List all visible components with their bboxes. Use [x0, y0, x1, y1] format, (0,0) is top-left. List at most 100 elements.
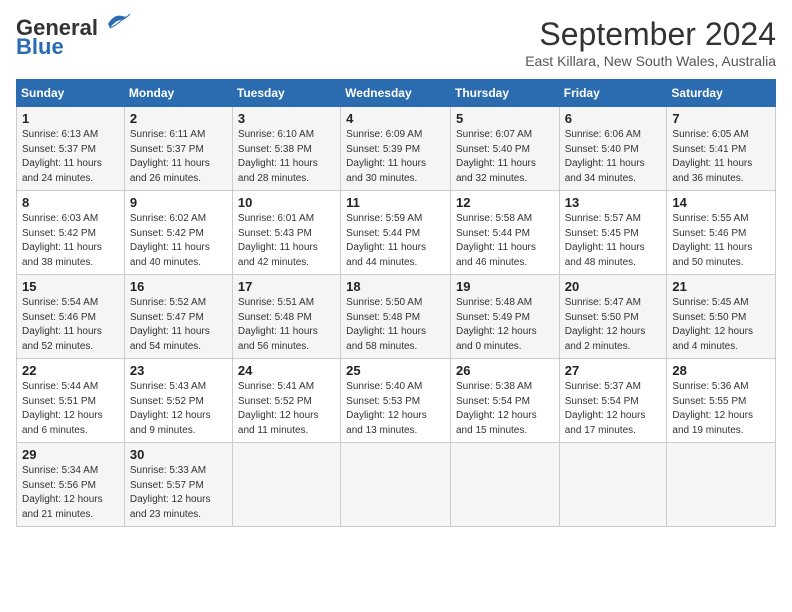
calendar-cell: 19 Sunrise: 5:48 AM Sunset: 5:49 PM Dayli… — [450, 275, 559, 359]
calendar-cell: 17Sunrise: 5:51 AM Sunset: 5:48 PM Dayli… — [232, 275, 340, 359]
day-info: Sunrise: 5:36 AM Sunset: 5:55 PM Dayligh… — [672, 380, 770, 438]
calendar-cell: 23 Sunrise: 5:43 AM Sunset: 5:52 PM Dayli… — [124, 359, 232, 443]
calendar-cell: 11 Sunrise: 5:59 AM Sunset: 5:44 PM Dayli… — [341, 191, 451, 275]
day-number: 8 — [22, 195, 119, 210]
col-friday: Friday — [559, 80, 667, 107]
day-info: Sunrise: 5:50 AM Sunset: 5:48 PM Dayligh… — [346, 296, 445, 354]
day-info: Sunrise: 5:59 AM Sunset: 5:44 PM Dayligh… — [346, 212, 445, 270]
day-number: 23 — [130, 363, 227, 378]
day-number: 9 — [130, 195, 227, 210]
day-info: Sunrise: 5:33 AM Sunset: 5:57 PM Dayligh… — [130, 464, 227, 522]
logo-text-blue: Blue — [16, 34, 64, 60]
calendar-cell: 30 Sunrise: 5:33 AM Sunset: 5:57 PM Dayli… — [124, 443, 232, 527]
day-info: Sunrise: 6:02 AM Sunset: 5:42 PM Dayligh… — [130, 212, 227, 270]
day-info: Sunrise: 5:57 AM Sunset: 5:45 PM Dayligh… — [565, 212, 662, 270]
calendar-cell: 15 Sunrise: 5:54 AM Sunset: 5:46 PM Dayli… — [17, 275, 125, 359]
col-thursday: Thursday — [450, 80, 559, 107]
day-number: 5 — [456, 111, 554, 126]
calendar-cell: 22 Sunrise: 5:44 AM Sunset: 5:51 PM Dayli… — [17, 359, 125, 443]
header-row: Sunday Monday Tuesday Wednesday Thursday… — [17, 80, 776, 107]
calendar-cell: 18 Sunrise: 5:50 AM Sunset: 5:48 PM Dayli… — [341, 275, 451, 359]
day-number: 2 — [130, 111, 227, 126]
calendar-cell: 29 Sunrise: 5:34 AM Sunset: 5:56 PM Dayli… — [17, 443, 125, 527]
day-number: 22 — [22, 363, 119, 378]
calendar-cell: 16 Sunrise: 5:52 AM Sunset: 5:47 PM Dayli… — [124, 275, 232, 359]
day-info: Sunrise: 5:37 AM Sunset: 5:54 PM Dayligh… — [565, 380, 662, 438]
month-title: September 2024 — [525, 16, 776, 53]
calendar-cell: 24 Sunrise: 5:41 AM Sunset: 5:52 PM Dayli… — [232, 359, 340, 443]
day-number: 3 — [238, 111, 335, 126]
day-info: Sunrise: 5:34 AM Sunset: 5:56 PM Dayligh… — [22, 464, 119, 522]
calendar-cell: 26Sunrise: 5:38 AM Sunset: 5:54 PM Dayli… — [450, 359, 559, 443]
calendar-cell: 5 Sunrise: 6:07 AM Sunset: 5:40 PM Daylig… — [450, 107, 559, 191]
col-wednesday: Wednesday — [341, 80, 451, 107]
day-info: Sunrise: 5:52 AM Sunset: 5:47 PM Dayligh… — [130, 296, 227, 354]
day-info: Sunrise: 5:43 AM Sunset: 5:52 PM Dayligh… — [130, 380, 227, 438]
calendar-cell: 6 Sunrise: 6:06 AM Sunset: 5:40 PM Daylig… — [559, 107, 667, 191]
week-row-1: 1Sunrise: 6:13 AM Sunset: 5:37 PM Daylig… — [17, 107, 776, 191]
day-info: Sunrise: 5:47 AM Sunset: 5:50 PM Dayligh… — [565, 296, 662, 354]
calendar-cell: 1Sunrise: 6:13 AM Sunset: 5:37 PM Daylig… — [17, 107, 125, 191]
day-info: Sunrise: 5:48 AM Sunset: 5:49 PM Dayligh… — [456, 296, 554, 354]
calendar-cell: 20 Sunrise: 5:47 AM Sunset: 5:50 PM Dayli… — [559, 275, 667, 359]
calendar-cell: 2 Sunrise: 6:11 AM Sunset: 5:37 PM Daylig… — [124, 107, 232, 191]
day-info: Sunrise: 6:07 AM Sunset: 5:40 PM Dayligh… — [456, 128, 554, 186]
day-number: 10 — [238, 195, 335, 210]
day-number: 24 — [238, 363, 335, 378]
day-number: 7 — [672, 111, 770, 126]
day-info: Sunrise: 6:06 AM Sunset: 5:40 PM Dayligh… — [565, 128, 662, 186]
day-number: 1 — [22, 111, 119, 126]
day-info: Sunrise: 5:40 AM Sunset: 5:53 PM Dayligh… — [346, 380, 445, 438]
day-info: Sunrise: 5:54 AM Sunset: 5:46 PM Dayligh… — [22, 296, 119, 354]
week-row-2: 8 Sunrise: 6:03 AM Sunset: 5:42 PM Daylig… — [17, 191, 776, 275]
header: General Blue September 2024 East Killara… — [16, 16, 776, 69]
day-number: 26 — [456, 363, 554, 378]
day-number: 11 — [346, 195, 445, 210]
calendar-cell: 21Sunrise: 5:45 AM Sunset: 5:50 PM Dayli… — [667, 275, 776, 359]
week-row-4: 22 Sunrise: 5:44 AM Sunset: 5:51 PM Dayli… — [17, 359, 776, 443]
calendar-cell: 14 Sunrise: 5:55 AM Sunset: 5:46 PM Dayli… — [667, 191, 776, 275]
day-number: 15 — [22, 279, 119, 294]
logo: General Blue — [16, 16, 132, 60]
col-sunday: Sunday — [17, 80, 125, 107]
calendar-cell: 9 Sunrise: 6:02 AM Sunset: 5:42 PM Daylig… — [124, 191, 232, 275]
day-number: 27 — [565, 363, 662, 378]
day-number: 6 — [565, 111, 662, 126]
calendar-cell: 4Sunrise: 6:09 AM Sunset: 5:39 PM Daylig… — [341, 107, 451, 191]
day-number: 20 — [565, 279, 662, 294]
week-row-5: 29 Sunrise: 5:34 AM Sunset: 5:56 PM Dayli… — [17, 443, 776, 527]
calendar-cell: 27 Sunrise: 5:37 AM Sunset: 5:54 PM Dayli… — [559, 359, 667, 443]
day-number: 29 — [22, 447, 119, 462]
calendar-cell: 7Sunrise: 6:05 AM Sunset: 5:41 PM Daylig… — [667, 107, 776, 191]
day-info: Sunrise: 5:44 AM Sunset: 5:51 PM Dayligh… — [22, 380, 119, 438]
day-info: Sunrise: 5:55 AM Sunset: 5:46 PM Dayligh… — [672, 212, 770, 270]
day-number: 30 — [130, 447, 227, 462]
calendar-cell: 3 Sunrise: 6:10 AM Sunset: 5:38 PM Daylig… — [232, 107, 340, 191]
calendar-cell: 25 Sunrise: 5:40 AM Sunset: 5:53 PM Dayli… — [341, 359, 451, 443]
logo-bird-icon — [100, 12, 132, 34]
day-number: 16 — [130, 279, 227, 294]
title-area: September 2024 East Killara, New South W… — [525, 16, 776, 69]
calendar-cell — [450, 443, 559, 527]
calendar-cell — [341, 443, 451, 527]
location-subtitle: East Killara, New South Wales, Australia — [525, 53, 776, 69]
calendar-cell: 10 Sunrise: 6:01 AM Sunset: 5:43 PM Dayli… — [232, 191, 340, 275]
day-number: 18 — [346, 279, 445, 294]
day-number: 21 — [672, 279, 770, 294]
calendar-cell — [667, 443, 776, 527]
day-info: Sunrise: 5:51 AM Sunset: 5:48 PM Dayligh… — [238, 296, 335, 354]
day-info: Sunrise: 6:11 AM Sunset: 5:37 PM Dayligh… — [130, 128, 227, 186]
day-number: 19 — [456, 279, 554, 294]
week-row-3: 15 Sunrise: 5:54 AM Sunset: 5:46 PM Dayli… — [17, 275, 776, 359]
col-saturday: Saturday — [667, 80, 776, 107]
day-number: 13 — [565, 195, 662, 210]
calendar-cell: 28Sunrise: 5:36 AM Sunset: 5:55 PM Dayli… — [667, 359, 776, 443]
day-info: Sunrise: 6:10 AM Sunset: 5:38 PM Dayligh… — [238, 128, 335, 186]
calendar-cell: 13 Sunrise: 5:57 AM Sunset: 5:45 PM Dayli… — [559, 191, 667, 275]
day-info: Sunrise: 5:41 AM Sunset: 5:52 PM Dayligh… — [238, 380, 335, 438]
day-info: Sunrise: 6:01 AM Sunset: 5:43 PM Dayligh… — [238, 212, 335, 270]
calendar-cell — [559, 443, 667, 527]
day-number: 14 — [672, 195, 770, 210]
day-number: 25 — [346, 363, 445, 378]
day-info: Sunrise: 6:03 AM Sunset: 5:42 PM Dayligh… — [22, 212, 119, 270]
